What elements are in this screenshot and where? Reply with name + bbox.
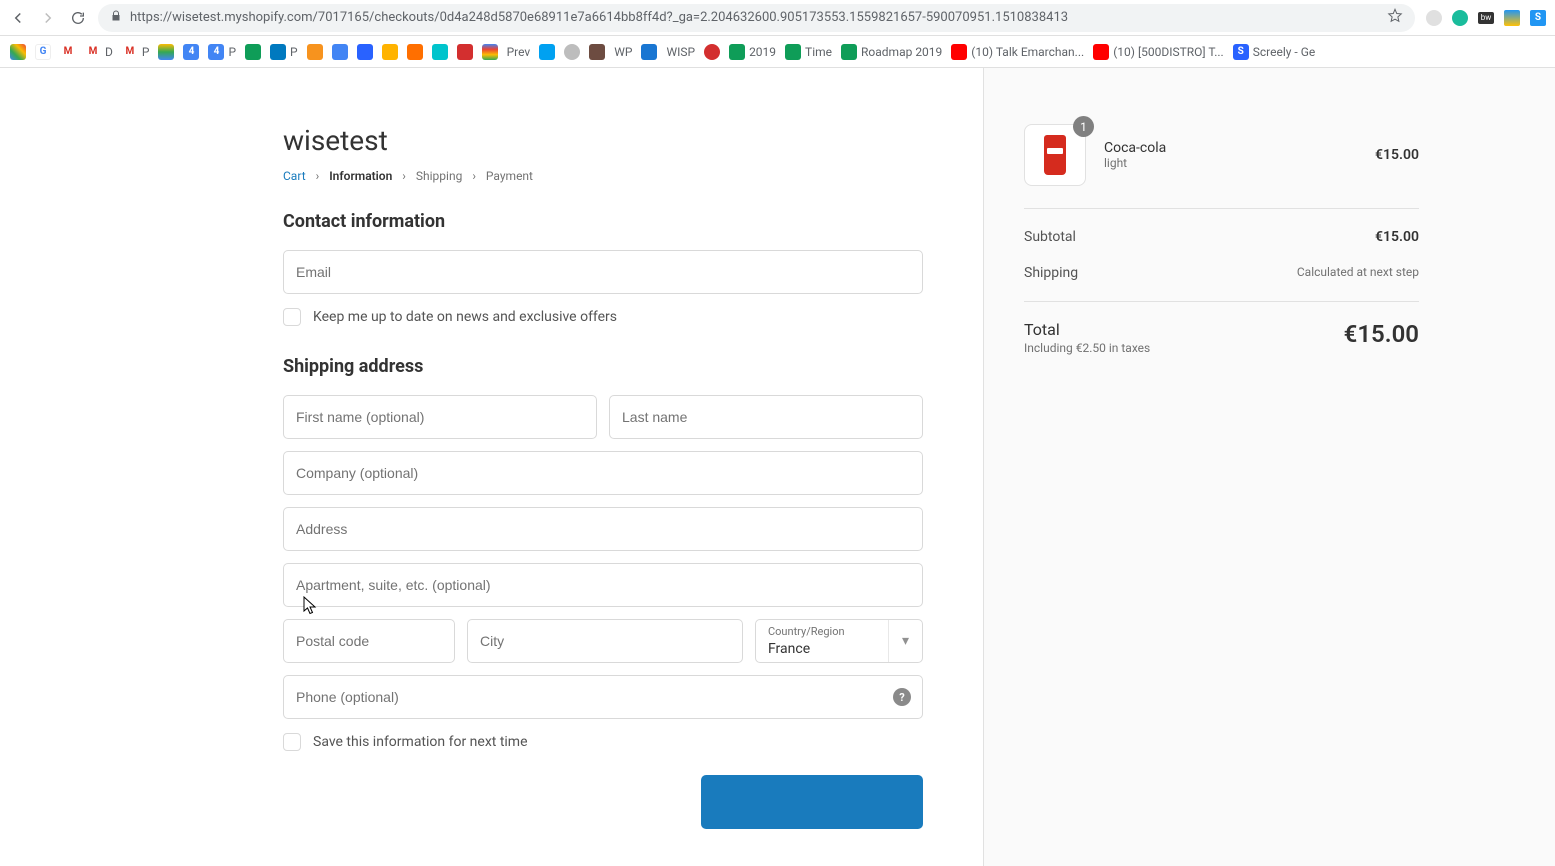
bookmark-item[interactable] [245, 44, 261, 60]
product-name: Coca-cola [1104, 140, 1357, 156]
bookmark-item[interactable]: P [270, 44, 298, 60]
save-info-label: Save this information for next time [313, 734, 528, 750]
bookmark-item[interactable] [357, 44, 373, 60]
bookmark-item[interactable] [482, 44, 498, 60]
bookmark-item[interactable] [332, 44, 348, 60]
bookmark-item[interactable]: G [35, 44, 51, 60]
bookmark-item[interactable] [564, 44, 580, 60]
bookmark-item[interactable]: (10) Talk Emarchan... [951, 44, 1084, 60]
save-info-checkbox[interactable] [283, 733, 301, 751]
ext-icon-1[interactable] [1425, 9, 1443, 27]
star-icon[interactable] [1387, 8, 1403, 28]
breadcrumb-information: Information [329, 169, 392, 183]
bookmark-item[interactable] [589, 44, 605, 60]
shipping-title: Shipping address [283, 356, 923, 377]
bookmark-item[interactable]: Roadmap 2019 [841, 44, 942, 60]
bookmark-item[interactable]: (10) [500DISTRO] T... [1093, 44, 1224, 60]
bookmark-item[interactable] [407, 44, 423, 60]
country-select[interactable]: Country/Region France ▾ [755, 619, 923, 663]
bookmark-item[interactable]: WP [614, 45, 632, 59]
apartment-field[interactable] [283, 563, 923, 607]
ext-icon-3[interactable]: bw [1477, 9, 1495, 27]
help-icon[interactable]: ? [893, 688, 911, 706]
bookmark-item[interactable] [10, 44, 26, 60]
breadcrumb: Cart › Information › Shipping › Payment [283, 169, 923, 183]
url-text: https://wisetest.myshopify.com/7017165/c… [130, 10, 1379, 25]
reload-button[interactable] [68, 8, 88, 28]
back-button[interactable] [8, 8, 28, 28]
bookmark-item[interactable]: MD [85, 44, 113, 60]
shipping-label: Shipping [1024, 265, 1078, 281]
subtotal-value: €15.00 [1375, 229, 1419, 245]
shipping-value: Calculated at next step [1297, 265, 1419, 281]
product-thumb: 1 [1024, 124, 1086, 186]
total-label: Total [1024, 320, 1150, 339]
chevron-right-icon: › [402, 169, 406, 183]
bookmark-item[interactable]: SScreely - Ge [1233, 44, 1316, 60]
bookmark-item[interactable]: 2019 [729, 44, 776, 60]
bookmark-item[interactable]: M [60, 44, 76, 60]
newsletter-checkbox[interactable] [283, 308, 301, 326]
bookmark-item[interactable] [641, 44, 657, 60]
address-bar[interactable]: https://wisetest.myshopify.com/7017165/c… [98, 4, 1415, 32]
bookmark-item[interactable] [307, 44, 323, 60]
browser-toolbar: https://wisetest.myshopify.com/7017165/c… [0, 0, 1555, 36]
newsletter-label: Keep me up to date on news and exclusive… [313, 309, 617, 325]
continue-button[interactable] [701, 775, 923, 829]
country-label: Country/Region [768, 625, 845, 638]
product-price: €15.00 [1375, 147, 1419, 163]
total-sub: Including €2.50 in taxes [1024, 341, 1150, 355]
bookmark-item[interactable]: MP [122, 44, 150, 60]
breadcrumb-payment: Payment [486, 169, 533, 183]
lock-icon [110, 10, 122, 26]
extension-icons: bw S [1425, 9, 1547, 27]
forward-button[interactable] [38, 8, 58, 28]
bookmark-item[interactable]: Time [785, 44, 832, 60]
product-variant: light [1104, 156, 1357, 170]
ext-icon-2[interactable] [1451, 9, 1469, 27]
bookmark-item[interactable]: Prev [507, 45, 531, 59]
bookmarks-bar: G M MD MP 4 4P P Prev WP WISP 2019 Time … [0, 36, 1555, 68]
chevron-right-icon: › [316, 169, 320, 183]
bookmark-item[interactable] [704, 44, 720, 60]
ext-icon-5[interactable]: S [1529, 9, 1547, 27]
contact-title: Contact information [283, 211, 923, 232]
qty-badge: 1 [1073, 116, 1094, 137]
bookmark-item[interactable]: 4 [183, 44, 199, 60]
last-name-field[interactable] [609, 395, 923, 439]
store-name: wisetest [283, 124, 923, 157]
order-summary: 1 Coca-cola light €15.00 Subtotal €15.00… [983, 68, 1555, 866]
first-name-field[interactable] [283, 395, 597, 439]
caret-down-icon: ▾ [888, 620, 922, 662]
total-amount: €15.00 [1344, 320, 1419, 348]
subtotal-label: Subtotal [1024, 229, 1076, 245]
ext-icon-4[interactable] [1503, 9, 1521, 27]
city-field[interactable] [467, 619, 743, 663]
chevron-right-icon: › [472, 169, 476, 183]
company-field[interactable] [283, 451, 923, 495]
bookmark-item[interactable] [457, 44, 473, 60]
bookmark-item[interactable] [539, 44, 555, 60]
breadcrumb-cart[interactable]: Cart [283, 169, 306, 183]
phone-field[interactable] [283, 675, 923, 719]
email-field[interactable] [283, 250, 923, 294]
bookmark-item[interactable] [158, 44, 174, 60]
bookmark-item[interactable]: WISP [666, 45, 695, 59]
breadcrumb-shipping: Shipping [416, 169, 462, 183]
address-field[interactable] [283, 507, 923, 551]
country-value: France [768, 641, 810, 657]
postal-field[interactable] [283, 619, 455, 663]
bookmark-item[interactable] [382, 44, 398, 60]
bookmark-item[interactable] [432, 44, 448, 60]
bookmark-item[interactable]: 4P [208, 44, 236, 60]
